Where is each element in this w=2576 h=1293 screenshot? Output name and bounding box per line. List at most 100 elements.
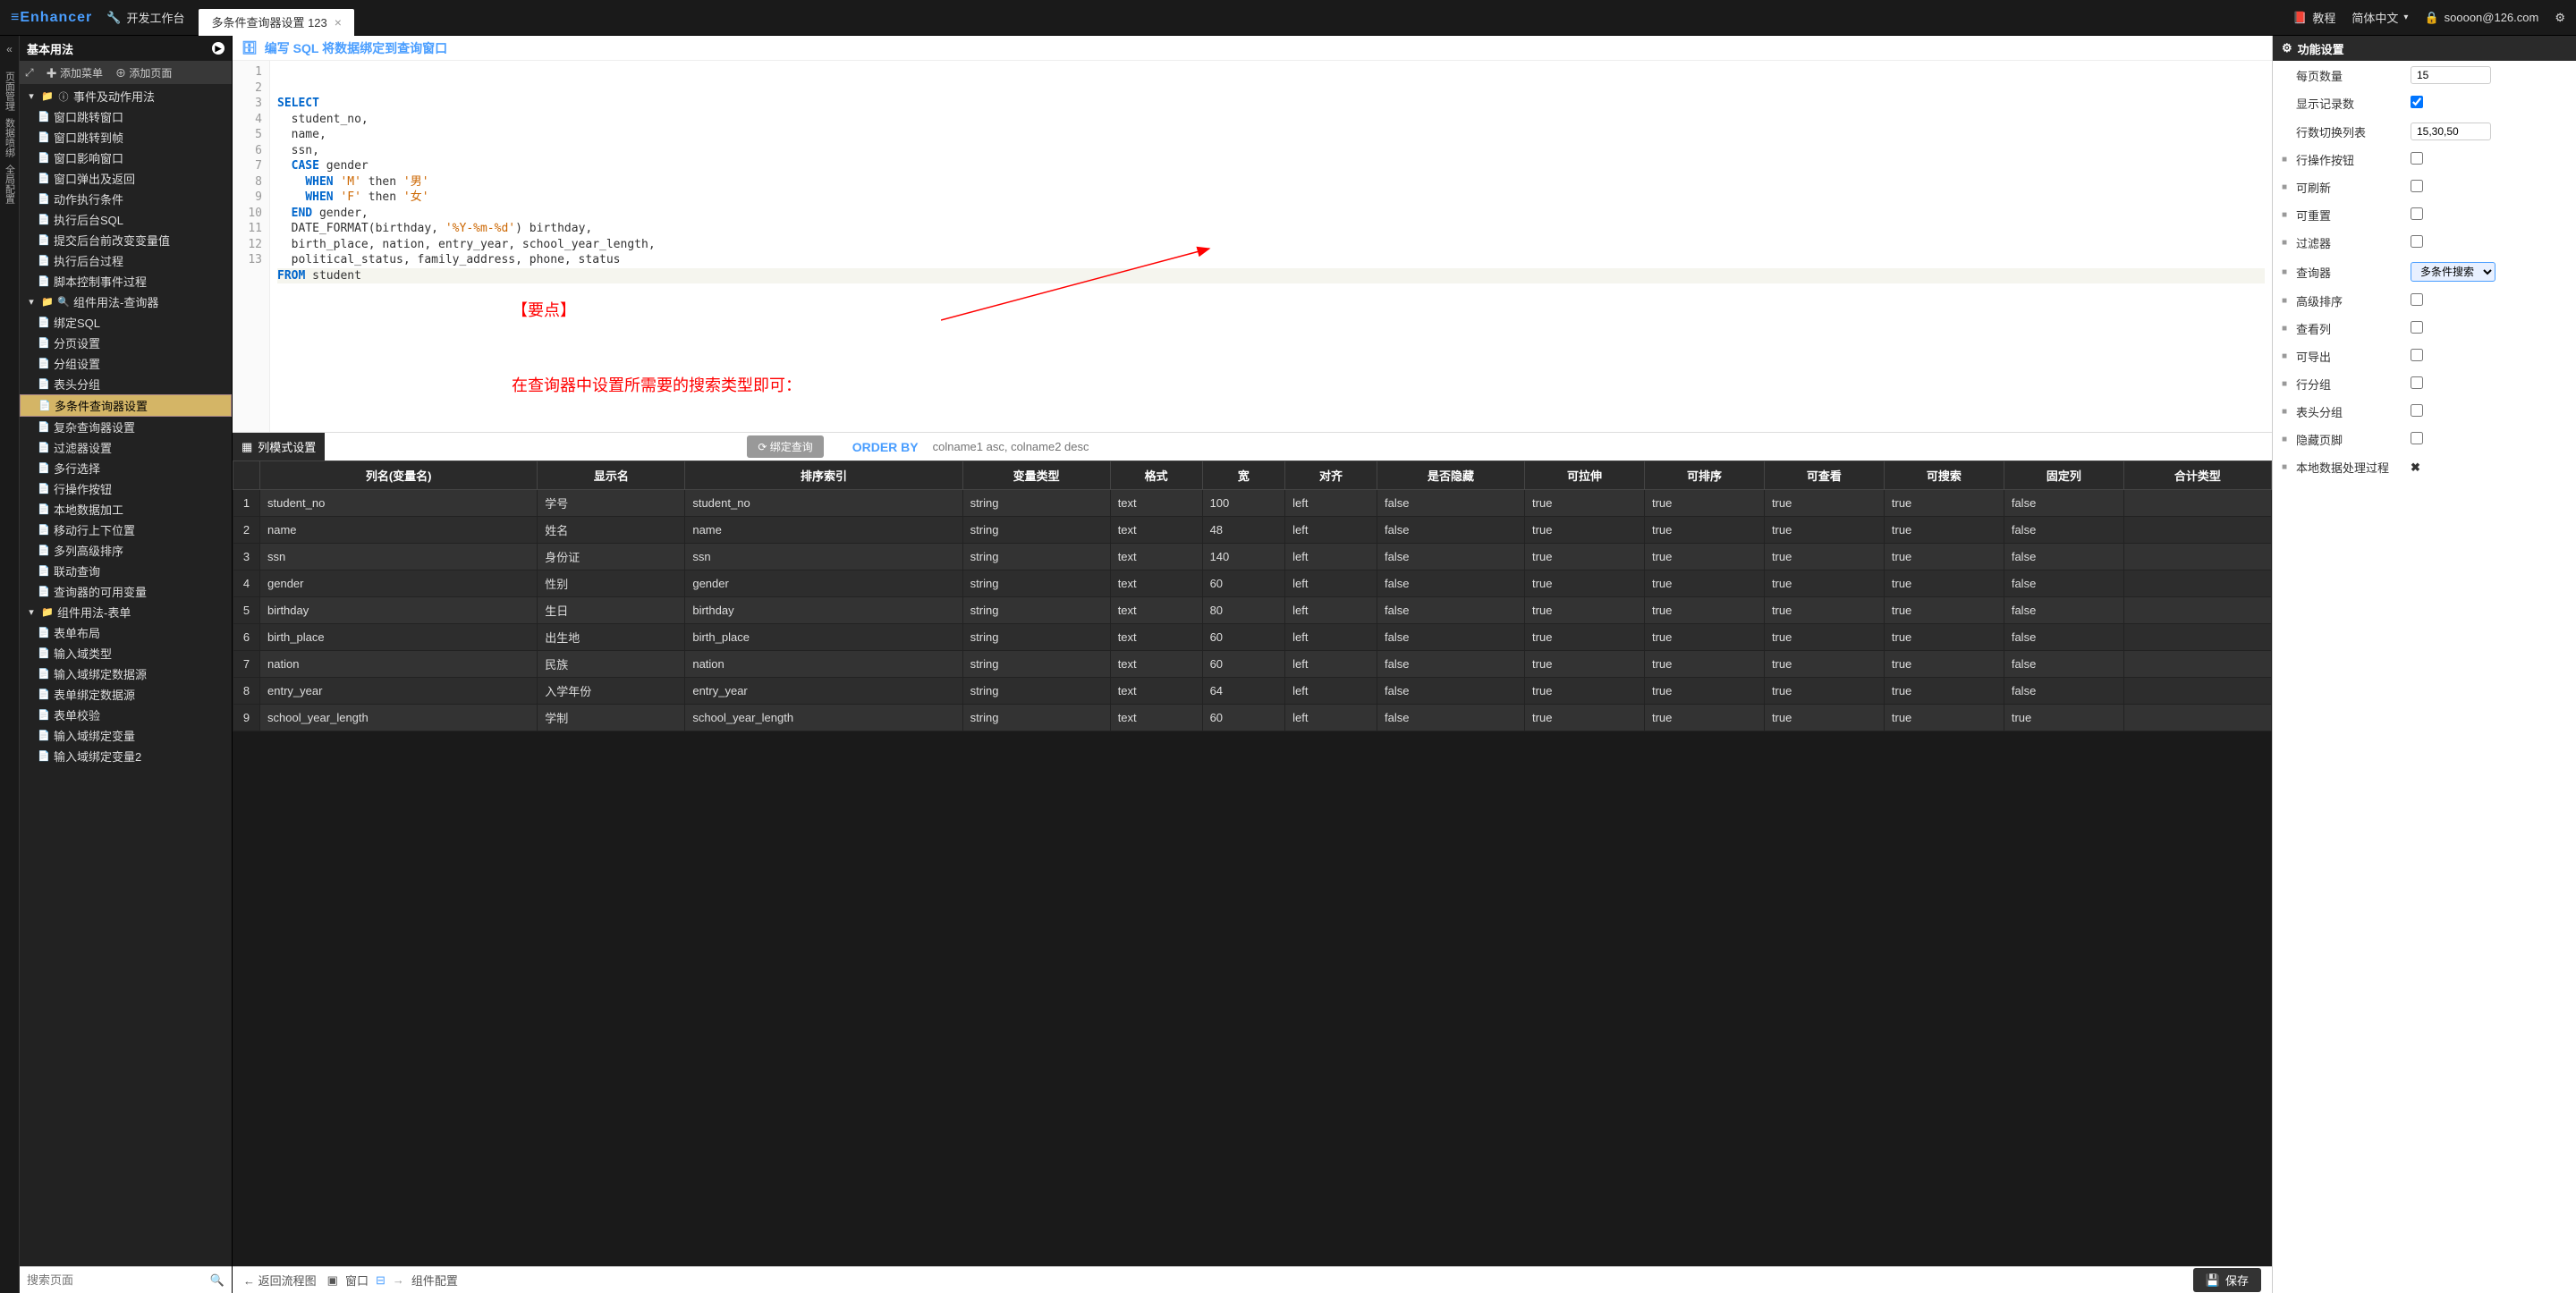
column-header[interactable]: 格式 — [1110, 461, 1202, 490]
file-item[interactable]: 📄过滤器设置 — [20, 437, 232, 458]
cell[interactable]: false — [1377, 651, 1524, 678]
cell[interactable]: true — [1525, 597, 1645, 624]
cell[interactable]: text — [1110, 517, 1202, 544]
property-input[interactable] — [2411, 66, 2491, 84]
cell[interactable]: false — [1377, 490, 1524, 517]
cell[interactable]: student_no — [685, 490, 962, 517]
cell[interactable]: true — [1764, 490, 1884, 517]
property-checkbox[interactable] — [2411, 235, 2423, 248]
column-header[interactable]: 合计类型 — [2123, 461, 2271, 490]
cell[interactable]: true — [1644, 517, 1764, 544]
file-item[interactable]: 📄窗口跳转到帧 — [20, 127, 232, 148]
cell[interactable]: true — [1644, 705, 1764, 731]
cell[interactable]: birth_place — [260, 624, 538, 651]
property-checkbox[interactable] — [2411, 152, 2423, 165]
cell[interactable]: true — [1525, 570, 1645, 597]
cell[interactable]: true — [1644, 597, 1764, 624]
cell[interactable]: false — [2004, 651, 2123, 678]
expand-icon[interactable]: ⤢ — [25, 66, 34, 80]
close-icon[interactable]: × — [335, 15, 342, 30]
play-icon[interactable]: ▶ — [212, 42, 225, 55]
cell[interactable]: 60 — [1202, 651, 1285, 678]
cell[interactable]: true — [1764, 678, 1884, 705]
cell[interactable] — [2123, 544, 2271, 570]
cell[interactable]: birth_place — [685, 624, 962, 651]
file-item[interactable]: 📄窗口跳转窗口 — [20, 106, 232, 127]
file-item[interactable]: 📄多条件查询器设置 — [20, 394, 232, 417]
cell[interactable]: false — [1377, 517, 1524, 544]
column-header[interactable]: 可排序 — [1644, 461, 1764, 490]
tutorial-link[interactable]: 📕 教程 — [2292, 9, 2335, 26]
cell[interactable]: 性别 — [538, 570, 685, 597]
column-header[interactable]: 宽 — [1202, 461, 1285, 490]
cell[interactable]: 80 — [1202, 597, 1285, 624]
cell[interactable]: nation — [260, 651, 538, 678]
cell[interactable]: school_year_length — [685, 705, 962, 731]
cell[interactable]: true — [1884, 570, 2004, 597]
cell[interactable]: true — [1525, 490, 1645, 517]
property-checkbox[interactable] — [2411, 207, 2423, 220]
cell[interactable]: ssn — [685, 544, 962, 570]
cell[interactable] — [2123, 570, 2271, 597]
file-item[interactable]: 📄输入域绑定数据源 — [20, 663, 232, 684]
cell[interactable]: true — [1525, 624, 1645, 651]
column-header[interactable]: 固定列 — [2004, 461, 2123, 490]
cell[interactable]: false — [1377, 624, 1524, 651]
cell[interactable]: string — [962, 517, 1110, 544]
cell[interactable]: string — [962, 705, 1110, 731]
cell[interactable]: text — [1110, 490, 1202, 517]
cell[interactable]: false — [2004, 678, 2123, 705]
cell[interactable]: true — [1644, 624, 1764, 651]
cell[interactable]: true — [1525, 705, 1645, 731]
column-header[interactable]: 可搜索 — [1884, 461, 2004, 490]
cell[interactable]: true — [1764, 544, 1884, 570]
cell[interactable] — [2123, 705, 2271, 731]
cell[interactable]: 身份证 — [538, 544, 685, 570]
cell[interactable]: true — [1644, 490, 1764, 517]
file-item[interactable]: 📄联动查询 — [20, 561, 232, 581]
column-header[interactable]: 对齐 — [1285, 461, 1377, 490]
file-item[interactable]: 📄提交后台前改变变量值 — [20, 230, 232, 250]
cell[interactable]: true — [1644, 651, 1764, 678]
file-item[interactable]: 📄执行后台过程 — [20, 250, 232, 271]
cell[interactable]: true — [1525, 678, 1645, 705]
column-header[interactable]: 是否隐藏 — [1377, 461, 1524, 490]
dev-workbench-link[interactable]: 🔧 开发工作台 — [106, 9, 184, 26]
cell[interactable]: true — [1884, 705, 2004, 731]
file-item[interactable]: 📄本地数据加工 — [20, 499, 232, 520]
cell[interactable] — [2123, 490, 2271, 517]
cell[interactable]: text — [1110, 678, 1202, 705]
table-row[interactable]: 8entry_year入学年份entry_yearstringtext64lef… — [233, 678, 2272, 705]
property-checkbox[interactable] — [2411, 432, 2423, 444]
file-item[interactable]: 📄复杂查询器设置 — [20, 417, 232, 437]
cell[interactable]: 生日 — [538, 597, 685, 624]
cell[interactable]: left — [1285, 678, 1377, 705]
cell[interactable]: true — [1884, 517, 2004, 544]
cell[interactable]: 民族 — [538, 651, 685, 678]
cell[interactable]: 100 — [1202, 490, 1285, 517]
cell[interactable]: true — [1525, 517, 1645, 544]
cell[interactable]: left — [1285, 624, 1377, 651]
cell[interactable]: 学号 — [538, 490, 685, 517]
file-item[interactable]: 📄查询器的可用变量 — [20, 581, 232, 602]
cell[interactable]: true — [1764, 705, 1884, 731]
cell[interactable]: text — [1110, 597, 1202, 624]
cell[interactable]: false — [1377, 544, 1524, 570]
cell[interactable] — [2123, 624, 2271, 651]
cell[interactable]: left — [1285, 517, 1377, 544]
table-row[interactable]: 6birth_place出生地birth_placestringtext60le… — [233, 624, 2272, 651]
cell[interactable]: text — [1110, 544, 1202, 570]
cell[interactable]: string — [962, 570, 1110, 597]
add-page-button[interactable]: ⊕ 添加页面 — [115, 65, 172, 80]
cell[interactable]: true — [1764, 624, 1884, 651]
property-checkbox[interactable] — [2411, 349, 2423, 361]
cell[interactable]: left — [1285, 490, 1377, 517]
file-item[interactable]: 📄表单布局 — [20, 622, 232, 643]
column-header[interactable]: 显示名 — [538, 461, 685, 490]
cell[interactable]: birthday — [685, 597, 962, 624]
cell[interactable] — [2123, 651, 2271, 678]
rail-item[interactable]: 全局配置 — [3, 161, 17, 207]
file-item[interactable]: 📄分页设置 — [20, 333, 232, 353]
cell[interactable]: true — [1884, 678, 2004, 705]
cell[interactable]: true — [2004, 705, 2123, 731]
